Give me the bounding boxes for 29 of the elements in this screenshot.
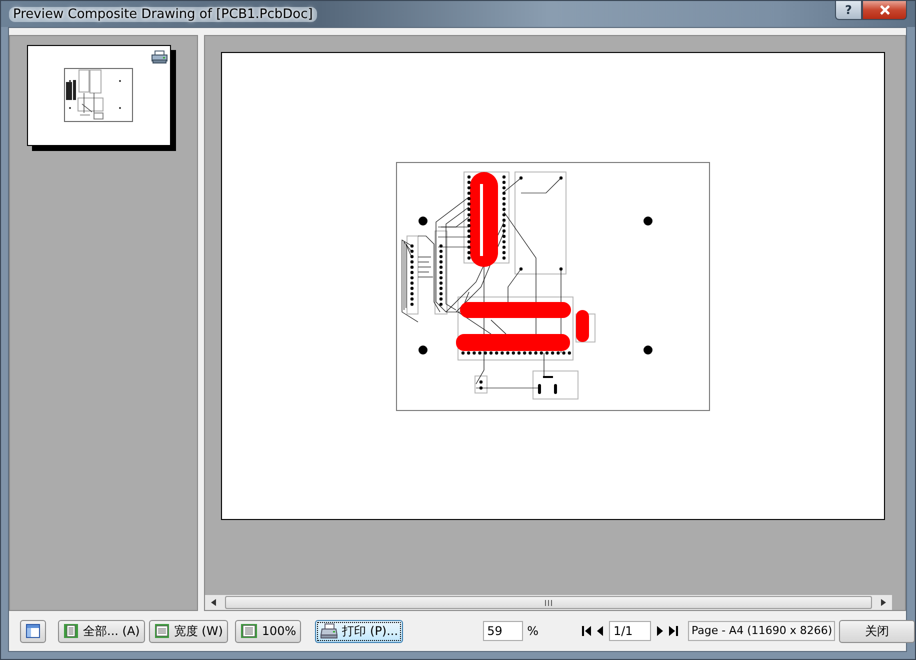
percent-label: % xyxy=(527,624,538,638)
last-page-icon[interactable] xyxy=(669,625,678,637)
printer-icon xyxy=(320,623,338,639)
close-dialog-button[interactable]: 关闭 xyxy=(839,620,916,642)
close-icon xyxy=(878,5,890,15)
page-size-status: Page - A4 (11690 x 8266) xyxy=(688,621,836,641)
actual-size-button[interactable]: 100% xyxy=(234,620,302,642)
page-icon xyxy=(154,623,170,639)
scroll-right-icon[interactable] xyxy=(881,599,886,606)
fit-all-button[interactable]: 全部... (A) xyxy=(58,620,145,642)
next-page-icon[interactable] xyxy=(657,625,664,637)
close-button[interactable] xyxy=(862,1,907,20)
fit-width-button[interactable]: 宽度 (W) xyxy=(148,620,228,642)
printer-icon xyxy=(151,50,168,64)
scroll-thumb[interactable] xyxy=(224,596,872,609)
first-page-icon[interactable] xyxy=(582,625,592,637)
panel-icon xyxy=(25,623,41,639)
page-field[interactable]: 1/1 xyxy=(609,621,652,641)
horizontal-scrollbar[interactable] xyxy=(204,595,892,610)
scroll-left-icon[interactable] xyxy=(210,599,216,606)
grip-icon xyxy=(544,600,552,606)
previous-page-icon[interactable] xyxy=(597,625,604,637)
zoom-field[interactable]: 59 xyxy=(483,621,524,641)
help-button[interactable]: ? xyxy=(835,1,862,20)
toggle-panel-button[interactable] xyxy=(20,620,46,642)
page-icon xyxy=(240,623,258,639)
pcb-thumbnail-drawing xyxy=(64,68,134,123)
print-button[interactable]: 打印 (P)... xyxy=(315,620,404,642)
page-icon xyxy=(63,623,79,639)
